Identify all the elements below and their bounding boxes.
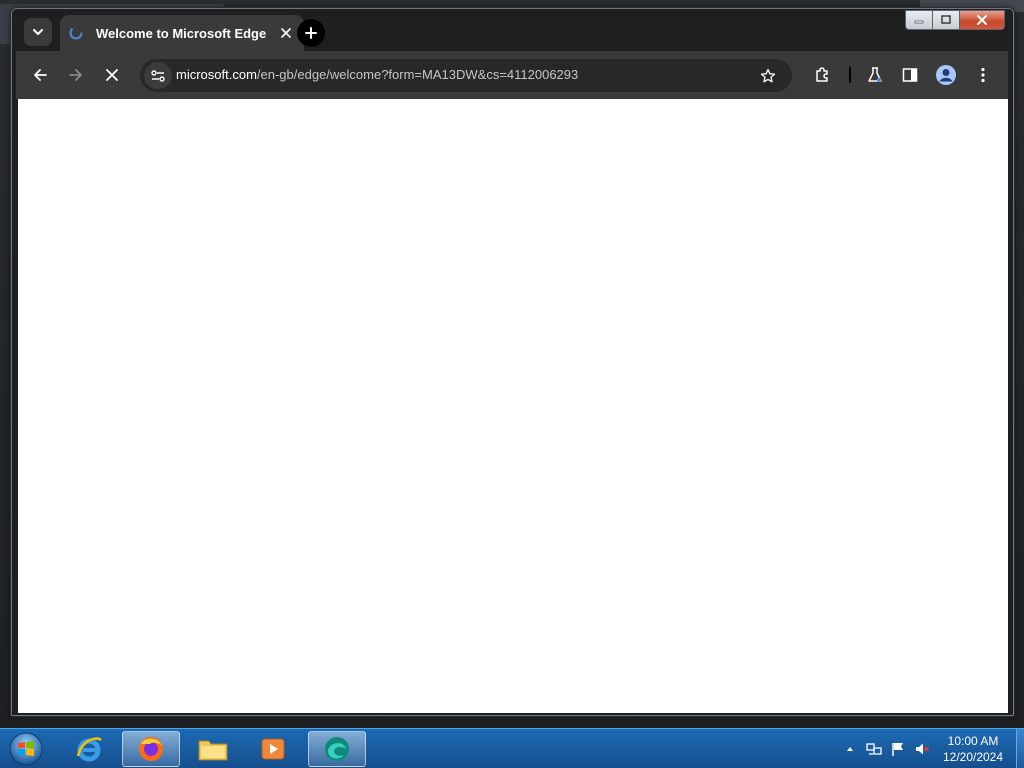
taskbar-media-player[interactable] — [244, 731, 302, 767]
plus-icon — [305, 27, 317, 39]
arrow-left-icon — [34, 69, 47, 81]
side-panel-button[interactable] — [896, 61, 924, 89]
tab-title: Welcome to Microsoft Edge — [96, 25, 267, 41]
close-icon — [977, 15, 987, 25]
edge-icon — [325, 737, 349, 761]
network-icon — [866, 743, 882, 755]
avatar-icon — [936, 65, 956, 85]
taskbar-file-explorer[interactable] — [184, 731, 242, 767]
address-bar[interactable]: microsoft.com/en-gb/edge/welcome?form=MA… — [140, 59, 792, 92]
taskbar-clock[interactable]: 10:00 AM 12/20/2024 — [936, 733, 1010, 765]
toolbar: microsoft.com/en-gb/edge/welcome?form=MA… — [16, 51, 1008, 99]
arrow-right-icon — [69, 69, 82, 81]
browser-window: Welcome to Microsoft Edge microsoft.com/… — [11, 8, 1014, 716]
url-host: microsoft.com — [176, 67, 257, 82]
internet-explorer-icon — [76, 737, 102, 762]
maximize-button[interactable] — [932, 10, 960, 30]
forward-button[interactable] — [62, 61, 90, 89]
bookmark-star-button[interactable] — [754, 62, 782, 89]
clock-date: 12/20/2024 — [942, 750, 1004, 764]
tab-search-button[interactable] — [24, 18, 52, 46]
profile-button[interactable] — [932, 61, 960, 89]
taskbar-firefox[interactable] — [122, 731, 180, 767]
edge-loading-icon — [68, 25, 84, 41]
action-center-tray-icon[interactable] — [890, 741, 906, 757]
start-button[interactable] — [6, 731, 46, 767]
url-path: /en-gb/edge/welcome?form=MA13DW&cs=41120… — [256, 67, 579, 82]
volume-tray-icon[interactable] — [914, 741, 930, 757]
chevron-up-icon — [847, 747, 853, 751]
menu-button[interactable] — [969, 61, 997, 89]
taskbar-edge[interactable] — [308, 731, 366, 767]
site-info-button[interactable] — [144, 62, 172, 89]
new-tab-button[interactable] — [297, 19, 325, 47]
taskbar: 10:00 AM 12/20/2024 — [0, 728, 1024, 768]
firefox-icon — [139, 737, 163, 761]
restore-icon — [941, 15, 951, 24]
puzzle-icon — [816, 67, 828, 82]
minimize-icon — [914, 20, 924, 24]
clock-time: 10:00 AM — [947, 734, 999, 748]
back-button[interactable] — [26, 61, 54, 89]
close-window-button[interactable] — [959, 10, 1005, 30]
more-vertical-icon — [981, 67, 985, 83]
close-icon[interactable] — [278, 25, 294, 41]
taskbar-internet-explorer[interactable] — [60, 731, 118, 767]
url-text: microsoft.com/en-gb/edge/welcome?form=MA… — [176, 67, 578, 82]
network-tray-icon[interactable] — [866, 741, 882, 757]
chevron-down-icon — [33, 29, 43, 35]
labs-button[interactable] — [861, 61, 889, 89]
minimize-button[interactable] — [905, 10, 933, 30]
stop-x-icon — [106, 69, 118, 81]
side-panel-icon — [902, 68, 918, 82]
page-content[interactable] — [18, 99, 1008, 713]
toolbar-separator — [849, 67, 851, 83]
tab-welcome[interactable]: Welcome to Microsoft Edge — [60, 15, 304, 51]
show-desktop-button[interactable] — [1016, 729, 1024, 768]
media-player-icon — [261, 738, 285, 760]
windows-orb-icon — [9, 732, 43, 766]
tune-icon — [151, 69, 165, 82]
show-hidden-icons-button[interactable] — [842, 741, 858, 757]
volume-muted-icon — [916, 743, 930, 755]
tab-strip: Welcome to Microsoft Edge — [12, 9, 1013, 51]
stop-loading-button[interactable] — [98, 61, 126, 89]
star-icon — [760, 68, 776, 82]
flask-icon — [868, 67, 882, 83]
folder-icon — [198, 740, 228, 761]
flag-icon — [892, 743, 903, 756]
extensions-button[interactable] — [809, 61, 837, 89]
